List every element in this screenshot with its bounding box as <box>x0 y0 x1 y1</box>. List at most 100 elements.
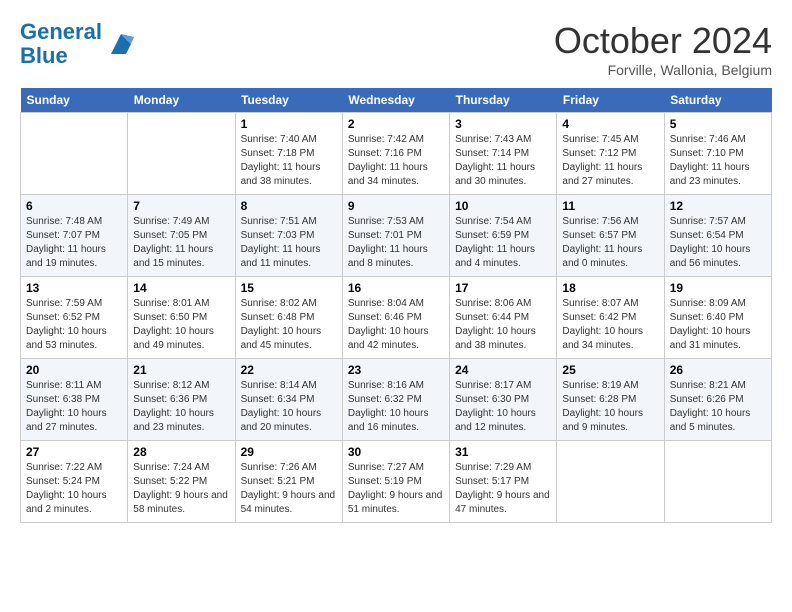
logo: General Blue <box>20 20 136 68</box>
day-number: 14 <box>133 281 229 295</box>
calendar-cell: 13 Sunrise: 7:59 AMSunset: 6:52 PMDaylig… <box>21 277 128 359</box>
calendar-cell: 5 Sunrise: 7:46 AMSunset: 7:10 PMDayligh… <box>664 113 771 195</box>
calendar-cell <box>664 441 771 523</box>
sunrise-text: Sunrise: 7:26 AMSunset: 5:21 PMDaylight:… <box>241 462 336 515</box>
sunrise-text: Sunrise: 7:46 AMSunset: 7:10 PMDaylight:… <box>670 134 750 187</box>
sunrise-text: Sunrise: 7:59 AMSunset: 6:52 PMDaylight:… <box>26 298 107 351</box>
day-number: 21 <box>133 363 229 377</box>
day-number: 1 <box>241 117 337 131</box>
day-number: 2 <box>348 117 444 131</box>
col-sunday: Sunday <box>21 88 128 113</box>
sunrise-text: Sunrise: 8:02 AMSunset: 6:48 PMDaylight:… <box>241 298 322 351</box>
calendar-cell: 4 Sunrise: 7:45 AMSunset: 7:12 PMDayligh… <box>557 113 664 195</box>
calendar-cell: 21 Sunrise: 8:12 AMSunset: 6:36 PMDaylig… <box>128 359 235 441</box>
title-block: October 2024 Forville, Wallonia, Belgium <box>554 20 772 78</box>
day-number: 16 <box>348 281 444 295</box>
col-monday: Monday <box>128 88 235 113</box>
calendar-cell: 25 Sunrise: 8:19 AMSunset: 6:28 PMDaylig… <box>557 359 664 441</box>
sunrise-text: Sunrise: 8:14 AMSunset: 6:34 PMDaylight:… <box>241 380 322 433</box>
sunrise-text: Sunrise: 8:04 AMSunset: 6:46 PMDaylight:… <box>348 298 429 351</box>
sunrise-text: Sunrise: 8:12 AMSunset: 6:36 PMDaylight:… <box>133 380 214 433</box>
sunrise-text: Sunrise: 7:56 AMSunset: 6:57 PMDaylight:… <box>562 216 642 269</box>
day-number: 10 <box>455 199 551 213</box>
day-number: 24 <box>455 363 551 377</box>
sunrise-text: Sunrise: 7:45 AMSunset: 7:12 PMDaylight:… <box>562 134 642 187</box>
calendar-cell: 28 Sunrise: 7:24 AMSunset: 5:22 PMDaylig… <box>128 441 235 523</box>
month-title: October 2024 <box>554 20 772 62</box>
calendar-cell: 17 Sunrise: 8:06 AMSunset: 6:44 PMDaylig… <box>450 277 557 359</box>
calendar-week-row: 27 Sunrise: 7:22 AMSunset: 5:24 PMDaylig… <box>21 441 772 523</box>
sunrise-text: Sunrise: 7:51 AMSunset: 7:03 PMDaylight:… <box>241 216 321 269</box>
sunrise-text: Sunrise: 7:22 AMSunset: 5:24 PMDaylight:… <box>26 462 107 515</box>
day-number: 7 <box>133 199 229 213</box>
sunrise-text: Sunrise: 7:24 AMSunset: 5:22 PMDaylight:… <box>133 462 228 515</box>
day-number: 28 <box>133 445 229 459</box>
day-number: 5 <box>670 117 766 131</box>
logo-general: General <box>20 19 102 44</box>
day-number: 22 <box>241 363 337 377</box>
calendar-cell: 23 Sunrise: 8:16 AMSunset: 6:32 PMDaylig… <box>342 359 449 441</box>
sunrise-text: Sunrise: 8:19 AMSunset: 6:28 PMDaylight:… <box>562 380 643 433</box>
logo-icon <box>106 29 136 59</box>
calendar-cell: 29 Sunrise: 7:26 AMSunset: 5:21 PMDaylig… <box>235 441 342 523</box>
col-friday: Friday <box>557 88 664 113</box>
logo-blue: Blue <box>20 43 68 68</box>
calendar-cell: 20 Sunrise: 8:11 AMSunset: 6:38 PMDaylig… <box>21 359 128 441</box>
day-number: 27 <box>26 445 122 459</box>
calendar-cell: 11 Sunrise: 7:56 AMSunset: 6:57 PMDaylig… <box>557 195 664 277</box>
logo-text: General Blue <box>20 20 102 68</box>
calendar-cell: 1 Sunrise: 7:40 AMSunset: 7:18 PMDayligh… <box>235 113 342 195</box>
sunrise-text: Sunrise: 8:01 AMSunset: 6:50 PMDaylight:… <box>133 298 214 351</box>
sunrise-text: Sunrise: 7:40 AMSunset: 7:18 PMDaylight:… <box>241 134 321 187</box>
page-header: General Blue October 2024 Forville, Wall… <box>20 20 772 78</box>
sunrise-text: Sunrise: 7:48 AMSunset: 7:07 PMDaylight:… <box>26 216 106 269</box>
sunrise-text: Sunrise: 8:06 AMSunset: 6:44 PMDaylight:… <box>455 298 536 351</box>
calendar-cell: 6 Sunrise: 7:48 AMSunset: 7:07 PMDayligh… <box>21 195 128 277</box>
col-wednesday: Wednesday <box>342 88 449 113</box>
calendar-cell <box>128 113 235 195</box>
calendar-cell: 14 Sunrise: 8:01 AMSunset: 6:50 PMDaylig… <box>128 277 235 359</box>
calendar-cell: 2 Sunrise: 7:42 AMSunset: 7:16 PMDayligh… <box>342 113 449 195</box>
col-thursday: Thursday <box>450 88 557 113</box>
sunrise-text: Sunrise: 7:53 AMSunset: 7:01 PMDaylight:… <box>348 216 428 269</box>
day-number: 17 <box>455 281 551 295</box>
day-number: 29 <box>241 445 337 459</box>
calendar-week-row: 13 Sunrise: 7:59 AMSunset: 6:52 PMDaylig… <box>21 277 772 359</box>
calendar-cell: 15 Sunrise: 8:02 AMSunset: 6:48 PMDaylig… <box>235 277 342 359</box>
day-number: 18 <box>562 281 658 295</box>
day-number: 12 <box>670 199 766 213</box>
calendar-cell: 8 Sunrise: 7:51 AMSunset: 7:03 PMDayligh… <box>235 195 342 277</box>
day-number: 6 <box>26 199 122 213</box>
sunrise-text: Sunrise: 8:21 AMSunset: 6:26 PMDaylight:… <box>670 380 751 433</box>
day-number: 4 <box>562 117 658 131</box>
calendar-cell: 12 Sunrise: 7:57 AMSunset: 6:54 PMDaylig… <box>664 195 771 277</box>
col-tuesday: Tuesday <box>235 88 342 113</box>
calendar-table: Sunday Monday Tuesday Wednesday Thursday… <box>20 88 772 523</box>
calendar-cell: 26 Sunrise: 8:21 AMSunset: 6:26 PMDaylig… <box>664 359 771 441</box>
day-number: 25 <box>562 363 658 377</box>
sunrise-text: Sunrise: 8:11 AMSunset: 6:38 PMDaylight:… <box>26 380 107 433</box>
calendar-week-row: 1 Sunrise: 7:40 AMSunset: 7:18 PMDayligh… <box>21 113 772 195</box>
calendar-cell: 27 Sunrise: 7:22 AMSunset: 5:24 PMDaylig… <box>21 441 128 523</box>
sunrise-text: Sunrise: 7:27 AMSunset: 5:19 PMDaylight:… <box>348 462 443 515</box>
sunrise-text: Sunrise: 8:09 AMSunset: 6:40 PMDaylight:… <box>670 298 751 351</box>
calendar-cell: 31 Sunrise: 7:29 AMSunset: 5:17 PMDaylig… <box>450 441 557 523</box>
day-number: 26 <box>670 363 766 377</box>
sunrise-text: Sunrise: 8:16 AMSunset: 6:32 PMDaylight:… <box>348 380 429 433</box>
sunrise-text: Sunrise: 7:43 AMSunset: 7:14 PMDaylight:… <box>455 134 535 187</box>
day-number: 3 <box>455 117 551 131</box>
calendar-cell: 22 Sunrise: 8:14 AMSunset: 6:34 PMDaylig… <box>235 359 342 441</box>
day-number: 9 <box>348 199 444 213</box>
calendar-cell: 18 Sunrise: 8:07 AMSunset: 6:42 PMDaylig… <box>557 277 664 359</box>
location-subtitle: Forville, Wallonia, Belgium <box>554 62 772 78</box>
day-number: 31 <box>455 445 551 459</box>
day-number: 23 <box>348 363 444 377</box>
calendar-cell: 16 Sunrise: 8:04 AMSunset: 6:46 PMDaylig… <box>342 277 449 359</box>
header-row: Sunday Monday Tuesday Wednesday Thursday… <box>21 88 772 113</box>
calendar-cell <box>21 113 128 195</box>
sunrise-text: Sunrise: 8:07 AMSunset: 6:42 PMDaylight:… <box>562 298 643 351</box>
calendar-cell: 9 Sunrise: 7:53 AMSunset: 7:01 PMDayligh… <box>342 195 449 277</box>
calendar-week-row: 6 Sunrise: 7:48 AMSunset: 7:07 PMDayligh… <box>21 195 772 277</box>
sunrise-text: Sunrise: 7:49 AMSunset: 7:05 PMDaylight:… <box>133 216 213 269</box>
calendar-cell: 7 Sunrise: 7:49 AMSunset: 7:05 PMDayligh… <box>128 195 235 277</box>
